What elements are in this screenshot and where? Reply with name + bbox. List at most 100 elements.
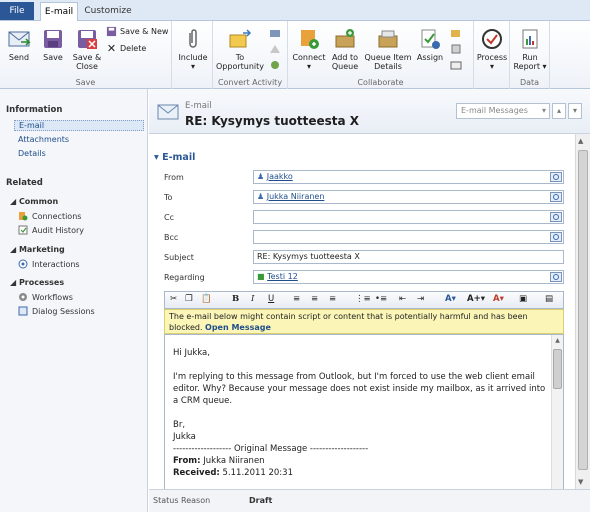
paste-icon[interactable]: 📋	[201, 294, 212, 304]
lookup-icon[interactable]	[550, 232, 562, 242]
record-title: RE: Kysymys tuotteesta X	[185, 114, 360, 128]
share-icon[interactable]	[450, 27, 462, 39]
nav-group-common[interactable]: ◢ Common	[10, 197, 58, 206]
subject-field[interactable]: RE: Kysymys tuotteesta X	[253, 250, 564, 264]
numbered-list-icon[interactable]: ⋮≡	[355, 294, 371, 304]
to-campaign-icon[interactable]	[269, 43, 281, 55]
scroll-up-icon[interactable]: ▲	[578, 137, 583, 145]
lookup-icon[interactable]	[550, 272, 562, 282]
open-message-link[interactable]: Open Message	[205, 323, 271, 332]
queue-item-icon	[378, 30, 398, 48]
align-right-icon[interactable]: ≡	[329, 294, 336, 304]
body-greeting: Hi Jukka,	[173, 348, 210, 358]
view-selector[interactable]: E-mail Messages ▾	[456, 103, 550, 119]
copy-icon[interactable]: ❐	[185, 294, 193, 304]
next-record-button[interactable]: ▾	[568, 103, 582, 119]
decrease-indent-icon[interactable]: ⇤	[399, 294, 406, 304]
to-field[interactable]: ♟ Jukka Niiranen	[253, 190, 564, 204]
dialog-sessions-icon	[18, 306, 28, 316]
cc-field[interactable]	[253, 210, 564, 224]
nav-heading-related: Related	[6, 178, 43, 188]
tab-file[interactable]: File	[0, 2, 34, 20]
lookup-icon[interactable]	[550, 172, 562, 182]
ribbon-group-convert: To Opportunity Convert Activity	[213, 21, 288, 89]
blocked-content-warning: The e-mail below might contain script or…	[164, 309, 564, 334]
connect-button[interactable]: Connect ▾	[290, 27, 328, 71]
queue-item-details-button[interactable]: Queue Item Details	[362, 27, 414, 71]
process-button[interactable]: Process ▾	[475, 27, 509, 71]
editor-scrollbar[interactable]: ▲	[551, 335, 563, 489]
assign-button[interactable]: Assign	[414, 27, 446, 62]
lookup-icon[interactable]	[550, 192, 562, 202]
form-scroll-thumb[interactable]	[578, 150, 588, 470]
chevron-down-icon: ▾	[541, 106, 546, 115]
tab-email[interactable]: E-mail	[40, 2, 78, 22]
run-report-button[interactable]: Run Report ▾	[512, 27, 548, 71]
from-field[interactable]: ♟ Jaakko	[253, 170, 564, 184]
ribbon-group-include: Include ▾	[172, 21, 213, 89]
ribbon-group-collaborate: Connect ▾ Add to Queue Queue Item Detail…	[288, 21, 474, 89]
arrow-down-icon: ▾	[572, 106, 577, 115]
insert-template-icon[interactable]: ▣	[519, 294, 527, 304]
nav-item-interactions[interactable]: Interactions	[18, 259, 80, 269]
bulleted-list-icon[interactable]: •≡	[375, 294, 387, 304]
increase-indent-icon[interactable]: ⇥	[417, 294, 424, 304]
delete-button[interactable]: ✕ Delete	[106, 43, 146, 54]
email-link-icon[interactable]	[450, 59, 462, 71]
form-scrollbar[interactable]: ▲ ▼	[575, 134, 590, 489]
align-center-icon[interactable]: ≡	[311, 294, 318, 304]
tab-customize[interactable]: Customize	[82, 2, 134, 22]
editor-scroll-thumb[interactable]	[553, 349, 562, 389]
from-value[interactable]: Jaakko	[267, 172, 293, 181]
regarding-value[interactable]: Testi 12	[267, 272, 298, 281]
nav-group-marketing[interactable]: ◢ Marketing	[10, 245, 65, 254]
insert-article-icon[interactable]: ▤	[545, 294, 553, 304]
align-left-icon[interactable]: ≡	[293, 294, 300, 304]
cut-icon[interactable]: ✂	[170, 294, 177, 304]
body-original-separator: ------------------- Original Message ---…	[173, 444, 369, 454]
highlight-color-icon[interactable]: A▾	[445, 294, 456, 304]
section-email[interactable]: ▾ E-mail	[154, 152, 195, 163]
nav-link-attachments[interactable]: Attachments	[18, 135, 69, 144]
font-size-icon[interactable]: A+▾	[467, 294, 485, 304]
nav-item-dialog-sessions[interactable]: Dialog Sessions	[18, 306, 95, 316]
nav-item-workflows[interactable]: Workflows	[18, 292, 73, 302]
email-body-editor[interactable]: Hi Jukka, I'm replying to this message f…	[164, 334, 564, 489]
email-form: ▾ E-mail From ♟ Jaakko To ♟ Jukka Niiran…	[149, 134, 575, 489]
italic-button[interactable]: I	[251, 294, 254, 304]
status-reason-value: Draft	[249, 496, 273, 505]
bcc-field[interactable]	[253, 230, 564, 244]
underline-button[interactable]: U	[268, 294, 274, 304]
send-button[interactable]: Send	[4, 27, 34, 62]
bold-button[interactable]: B	[232, 294, 239, 304]
nav-link-email[interactable]: E-mail	[14, 120, 144, 131]
user-icon: ♟	[257, 172, 265, 181]
nav-group-processes[interactable]: ◢ Processes	[10, 278, 64, 287]
save-button[interactable]: Save	[38, 27, 68, 62]
nav-link-details[interactable]: Details	[18, 149, 46, 158]
previous-record-button[interactable]: ▴	[552, 103, 566, 119]
status-bar: Status Reason Draft	[149, 489, 590, 512]
scroll-down-icon[interactable]: ▼	[578, 478, 583, 486]
copy-link-icon[interactable]	[450, 43, 462, 55]
to-lead-icon[interactable]	[269, 59, 281, 71]
save-close-button[interactable]: Save & Close	[70, 27, 104, 71]
ribbon: Send Save Save & Close Save & New ✕ Dele…	[0, 21, 590, 89]
workflows-icon	[19, 293, 27, 301]
scroll-up-icon[interactable]: ▲	[553, 337, 562, 344]
to-case-icon[interactable]	[269, 27, 281, 39]
add-to-queue-button[interactable]: Add to Queue	[330, 27, 360, 71]
to-value[interactable]: Jukka Niiranen	[267, 192, 325, 201]
nav-item-audit-history[interactable]: Audit History	[18, 225, 84, 235]
regarding-field[interactable]: ■ Testi 12	[253, 270, 564, 284]
record-type: E-mail	[185, 101, 212, 111]
save-close-icon	[78, 30, 97, 49]
to-opportunity-button[interactable]: To Opportunity	[215, 27, 265, 71]
nav-item-connections[interactable]: Connections	[18, 211, 81, 221]
lookup-icon[interactable]	[550, 212, 562, 222]
include-button[interactable]: Include ▾	[176, 27, 210, 71]
save-new-button[interactable]: Save & New	[106, 26, 168, 37]
font-color-icon[interactable]: A▾	[493, 294, 504, 304]
delete-icon: ✕	[106, 42, 117, 55]
ribbon-tab-bar: File E-mail Customize	[0, 0, 590, 22]
